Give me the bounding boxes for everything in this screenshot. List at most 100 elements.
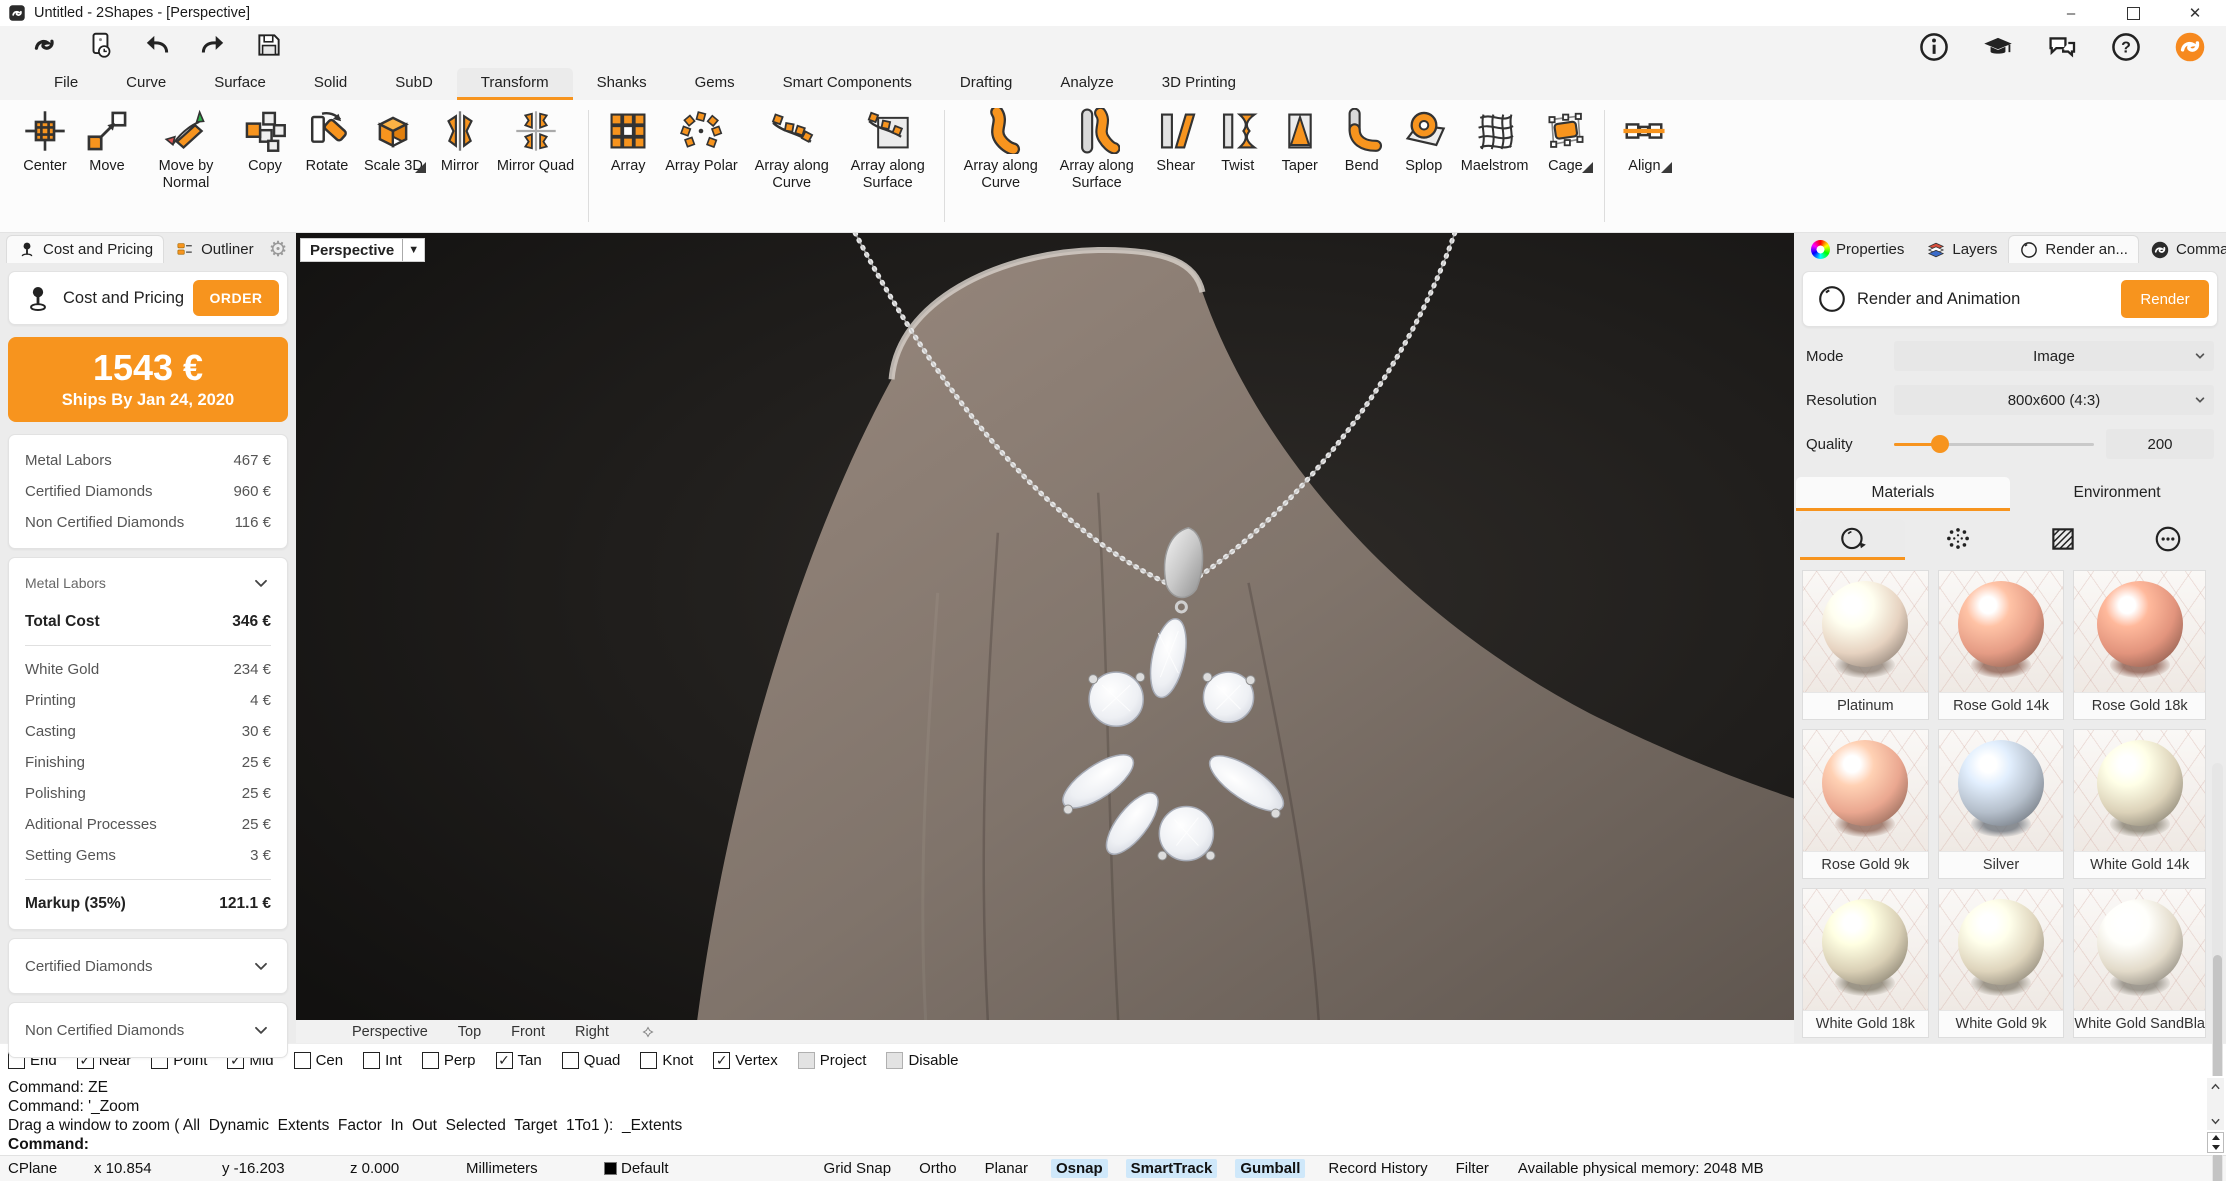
osnap-quad[interactable]: Quad [562, 1052, 621, 1069]
material-white-gold-14k[interactable]: White Gold 14k [2073, 729, 2206, 879]
checkbox[interactable] [294, 1052, 311, 1069]
checkbox[interactable] [422, 1052, 439, 1069]
material-white-gold-sandbla[interactable]: White Gold SandBla [2073, 888, 2206, 1038]
material-rose-gold-18k[interactable]: Rose Gold 18k [2073, 570, 2206, 720]
viewport-tab-top[interactable]: Top [458, 1024, 481, 1040]
checkbox[interactable] [798, 1052, 815, 1069]
tool-array-along-curve[interactable]: Array along Curve [744, 106, 840, 192]
viewport-tab-perspective[interactable]: Perspective [352, 1024, 428, 1040]
order-button[interactable]: ORDER [193, 280, 279, 316]
material-category-metal-sphere[interactable] [1800, 519, 1905, 560]
viewport-dropdown-icon[interactable]: ▼ [402, 239, 424, 261]
tool-array-along-surface[interactable]: Array along Surface [1049, 106, 1145, 192]
osnap-tan[interactable]: ✓Tan [496, 1052, 542, 1069]
redo-icon[interactable] [198, 30, 228, 60]
ribbon-tab-curve[interactable]: Curve [102, 68, 190, 100]
right-tab-layers[interactable]: Layers [1915, 235, 2008, 263]
quality-slider[interactable] [1894, 429, 2094, 459]
status-toggle-gumball[interactable]: Gumball [1235, 1159, 1305, 1178]
feedback-icon[interactable] [2046, 31, 2078, 63]
spin-down[interactable] [2208, 1143, 2223, 1153]
resolution-dropdown[interactable]: 800x600 (4:3) [1894, 385, 2214, 415]
right-tab-render-an[interactable]: Render an... [2008, 235, 2139, 263]
ribbon-tab-3d-printing[interactable]: 3D Printing [1138, 68, 1260, 100]
material-rose-gold-14k[interactable]: Rose Gold 14k [1938, 570, 2065, 720]
viewport-scene[interactable]: Perspective ▼ [296, 233, 1794, 1020]
ribbon-tab-shanks[interactable]: Shanks [573, 68, 671, 100]
osnap-disable[interactable]: Disable [886, 1052, 958, 1069]
tool-twist[interactable]: Twist [1207, 106, 1269, 175]
material-white-gold-18k[interactable]: White Gold 18k [1802, 888, 1929, 1038]
tool-mirror-quad[interactable]: Mirror Quad [491, 106, 580, 175]
material-white-gold-9k[interactable]: White Gold 9k [1938, 888, 2065, 1038]
material-category-texture[interactable] [2010, 519, 2115, 560]
osnap-int[interactable]: Int [363, 1052, 402, 1069]
material-category-more[interactable] [2115, 519, 2220, 560]
tool-mirror[interactable]: Mirror [429, 106, 491, 175]
ribbon-tab-transform[interactable]: Transform [457, 68, 573, 100]
new-document-icon[interactable] [86, 30, 116, 60]
material-silver[interactable]: Silver [1938, 729, 2065, 879]
checkbox[interactable] [363, 1052, 380, 1069]
tool-shear[interactable]: Shear [1145, 106, 1207, 175]
units-selector[interactable]: Millimeters [466, 1160, 578, 1177]
metal-labors-header[interactable]: Metal Labors [25, 568, 271, 598]
tool-cage[interactable]: Cage [1534, 106, 1596, 175]
section-certified-diamonds[interactable]: Certified Diamonds [8, 938, 288, 994]
tool-splop[interactable]: Splop [1393, 106, 1455, 175]
osnap-knot[interactable]: Knot [640, 1052, 693, 1069]
info-icon[interactable] [1918, 31, 1950, 63]
undo-icon[interactable] [142, 30, 172, 60]
osnap-perp[interactable]: Perp [422, 1052, 476, 1069]
checkbox[interactable]: ✓ [713, 1052, 730, 1069]
chevron-up-icon[interactable] [2209, 1080, 2222, 1093]
spin-up[interactable] [2208, 1133, 2223, 1143]
viewport-title[interactable]: Perspective ▼ [300, 238, 425, 262]
minimize-button[interactable]: – [2040, 0, 2102, 26]
ribbon-tab-drafting[interactable]: Drafting [936, 68, 1037, 100]
command-scrollbar[interactable] [2207, 1078, 2224, 1130]
material-category-gems[interactable] [1905, 519, 2010, 560]
tool-center[interactable]: Center [14, 106, 76, 175]
tool-rotate[interactable]: Rotate [296, 106, 358, 175]
quality-value[interactable]: 200 [2106, 429, 2214, 459]
price-banner[interactable]: 1543 € Ships By Jan 24, 2020 [8, 337, 288, 422]
flyout-indicator-icon[interactable] [1661, 162, 1672, 173]
tool-copy[interactable]: Copy [234, 106, 296, 175]
tab-materials[interactable]: Materials [1796, 477, 2010, 511]
app-swoosh-icon[interactable] [30, 30, 60, 60]
ribbon-tab-surface[interactable]: Surface [190, 68, 290, 100]
viewport-tab-right[interactable]: Right [575, 1024, 609, 1040]
cplane-selector[interactable]: CPlane [8, 1160, 68, 1177]
osnap-project[interactable]: Project [798, 1052, 867, 1069]
tool-array-along-surface[interactable]: Array along Surface [840, 106, 936, 192]
render-button[interactable]: Render [2121, 280, 2209, 318]
viewport-tab-front[interactable]: Front [511, 1024, 545, 1040]
status-toggle-osnap[interactable]: Osnap [1051, 1159, 1108, 1178]
status-toggle-planar[interactable]: Planar [980, 1159, 1033, 1178]
tool-move-by-normal[interactable]: Move by Normal [138, 106, 234, 192]
close-button[interactable]: ✕ [2164, 0, 2226, 26]
command-history[interactable]: Command: ZECommand: '_ZoomDrag a window … [0, 1076, 2226, 1155]
mode-dropdown[interactable]: Image [1894, 341, 2214, 371]
status-toggle-smarttrack[interactable]: SmartTrack [1126, 1159, 1218, 1178]
section-non-certified-diamonds[interactable]: Non Certified Diamonds [8, 1002, 288, 1058]
ribbon-tab-smart-components[interactable]: Smart Components [759, 68, 936, 100]
ribbon-tab-gems[interactable]: Gems [671, 68, 759, 100]
checkbox[interactable] [562, 1052, 579, 1069]
ribbon-tab-solid[interactable]: Solid [290, 68, 371, 100]
status-toggle-ortho[interactable]: Ortho [914, 1159, 962, 1178]
tool-taper[interactable]: Taper [1269, 106, 1331, 175]
left-tab-cost-and-pricing[interactable]: Cost and Pricing [6, 235, 164, 263]
flyout-indicator-icon[interactable] [415, 162, 426, 173]
learn-icon[interactable] [1982, 31, 2014, 63]
tool-array-polar[interactable]: Array Polar [659, 106, 744, 175]
tool-move[interactable]: Move [76, 106, 138, 175]
right-tab-properties[interactable]: Properties [1800, 235, 1915, 263]
tool-array-along-curve[interactable]: Array along Curve [953, 106, 1049, 192]
checkbox[interactable] [886, 1052, 903, 1069]
slider-thumb[interactable] [1931, 435, 1949, 453]
command-spinner[interactable] [2207, 1132, 2224, 1153]
osnap-cen[interactable]: Cen [294, 1052, 344, 1069]
command-prompt[interactable]: Command: [8, 1135, 2202, 1154]
